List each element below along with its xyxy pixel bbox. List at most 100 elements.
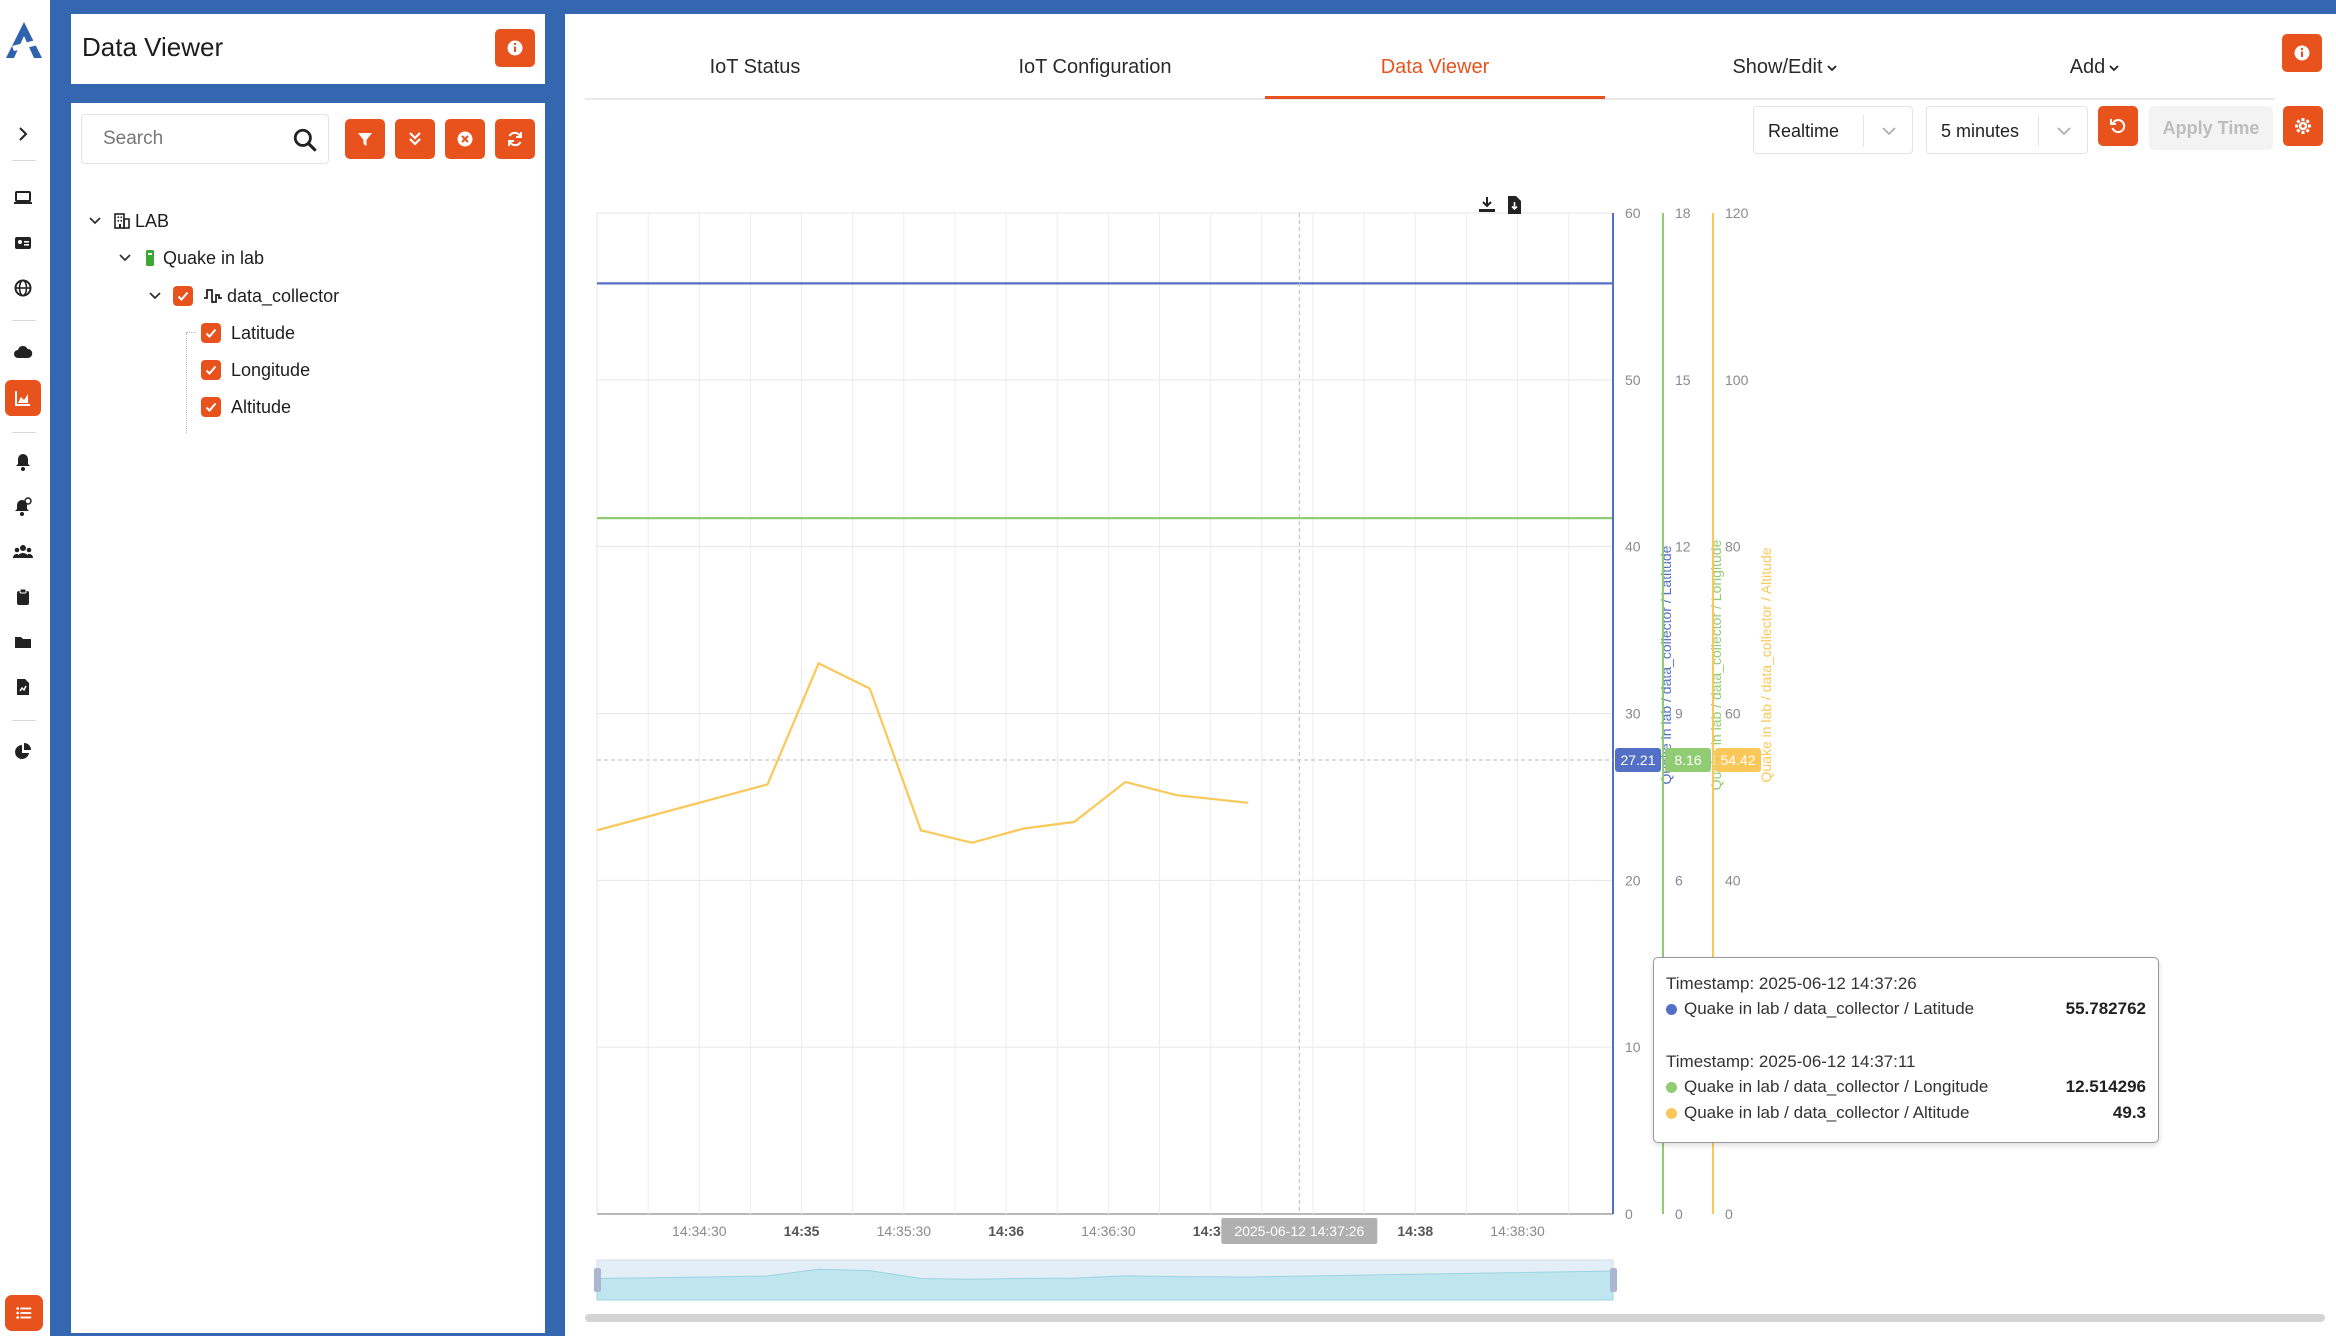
list-icon[interactable] <box>5 1295 43 1331</box>
channel-checkbox[interactable] <box>201 397 221 417</box>
filter-button[interactable] <box>345 119 385 159</box>
tab-iot-configuration[interactable]: IoT Configuration <box>985 56 1205 79</box>
id-card-icon[interactable] <box>8 228 38 258</box>
users-icon[interactable] <box>8 537 38 567</box>
axis-pointer-value: 8.16 <box>1674 752 1701 768</box>
chart-settings-button[interactable] <box>2283 106 2323 146</box>
info-icon <box>507 40 523 56</box>
x-tick-label: 14:38 <box>1397 1223 1433 1239</box>
select-divider <box>1863 115 1864 147</box>
expand-icon[interactable] <box>8 119 38 149</box>
axis-pointer-value: 54.42 <box>1720 752 1755 768</box>
y-axis-title: Quake in lab / data_collector / Altitude <box>1758 547 1774 782</box>
building-icon <box>114 213 130 229</box>
tooltip-series-value: 49.3 <box>2112 1103 2146 1122</box>
rail-divider <box>12 432 36 433</box>
x-tick-label: 14:35 <box>784 1223 820 1239</box>
y-tick-label: 60 <box>1625 205 1641 221</box>
tooltip-series-name: Quake in lab / data_collector / Altitude <box>1684 1103 1970 1122</box>
tree-guide <box>186 333 187 433</box>
tree-node-channel[interactable]: Latitude <box>201 318 295 348</box>
channel-checkbox[interactable] <box>201 360 221 380</box>
chart-area-icon[interactable] <box>5 380 41 416</box>
channel-checkbox[interactable] <box>201 323 221 343</box>
chevron-down-icon <box>2057 127 2071 136</box>
laptop-icon[interactable] <box>8 183 38 213</box>
tree-node-channel[interactable]: Longitude <box>201 355 310 385</box>
tree-label-channel: Latitude <box>231 322 296 343</box>
tooltip-series-name: Quake in lab / data_collector / Longitud… <box>1684 1077 1989 1096</box>
collapse-all-button[interactable] <box>395 119 435 159</box>
rail-divider <box>12 720 36 721</box>
panel-header: Data Viewer <box>71 14 545 84</box>
x-tick-label: 14:36 <box>988 1223 1024 1239</box>
cloud-icon[interactable] <box>8 338 38 368</box>
tree-node-lab[interactable]: LAB <box>87 206 169 236</box>
globe-icon[interactable] <box>8 273 38 303</box>
main-info-button[interactable] <box>2282 34 2322 72</box>
panel-title: Data Viewer <box>82 32 224 62</box>
chevron-down-icon[interactable] <box>147 288 163 304</box>
file-chart-icon[interactable] <box>8 672 38 702</box>
time-series-chart[interactable]: Quake in lab / data_collector / Latitude… <box>585 180 2325 1330</box>
x-tick-label: 14:35:30 <box>877 1223 932 1239</box>
apply-time-button[interactable]: Apply Time <box>2149 106 2273 150</box>
y-tick-label: 40 <box>1725 872 1741 888</box>
tab-show-edit[interactable]: Show/Edit <box>1695 56 1875 79</box>
mode-select[interactable]: Realtime <box>1753 106 1913 154</box>
refresh-icon <box>508 131 522 147</box>
tooltip-timestamp: Timestamp: 2025-06-12 14:37:11 <box>1666 1052 1916 1071</box>
y-tick-label: 10 <box>1625 1039 1641 1055</box>
search-field[interactable] <box>81 114 329 164</box>
chevron-down-icon[interactable] <box>87 213 103 229</box>
tab-show-edit-label: Show/Edit <box>1732 56 1823 78</box>
tree-guide <box>186 332 196 333</box>
range-select[interactable]: 5 minutes <box>1926 106 2088 154</box>
tree-node-device[interactable]: Quake in lab <box>117 243 264 273</box>
chart-container[interactable]: Quake in lab / data_collector / Latitude… <box>585 180 2325 1330</box>
horizontal-scrollbar <box>585 1314 2325 1322</box>
y-tick-label: 9 <box>1675 706 1683 722</box>
series-dot <box>1666 1081 1677 1093</box>
refresh-button[interactable] <box>495 119 535 159</box>
collector-checkbox[interactable] <box>173 286 193 306</box>
series-dot <box>1666 1107 1677 1119</box>
tooltip-series-value: 55.782762 <box>2065 999 2146 1018</box>
download-image-icon[interactable] <box>1478 196 1496 214</box>
tree-panel: LAB Quake in lab data_collector Latitude… <box>71 103 545 1333</box>
search-icon[interactable] <box>292 127 318 153</box>
pie-chart-icon[interactable] <box>8 737 38 767</box>
chart-tooltip: Timestamp: 2025-06-12 14:37:26 Quake in … <box>1653 957 2159 1143</box>
app-logo-icon[interactable] <box>2 18 46 62</box>
tree-node-collector[interactable]: data_collector <box>147 281 339 311</box>
chevron-down-icon[interactable] <box>117 250 133 266</box>
data-zoom-handle-left <box>594 1268 601 1292</box>
chevron-down-icon <box>2109 65 2119 71</box>
tooltip-timestamp: Timestamp: 2025-06-12 14:37:26 <box>1666 974 1917 993</box>
tree-label-channel: Altitude <box>231 396 292 417</box>
clipboard-icon[interactable] <box>8 582 38 612</box>
tab-add[interactable]: Add <box>2035 56 2155 79</box>
folder-icon[interactable] <box>8 627 38 657</box>
tab-iot-status[interactable]: IoT Status <box>665 56 845 79</box>
tree-node-channel[interactable]: Altitude <box>201 392 291 422</box>
tooltip-row: Quake in lab / data_collector / Longitud… <box>1666 1076 2146 1098</box>
reset-time-button[interactable] <box>2098 106 2138 146</box>
filter-icon <box>358 133 372 146</box>
bell-plus-icon[interactable] <box>8 492 38 522</box>
collapse-all-icon <box>409 132 421 146</box>
active-tab-indicator <box>1265 96 1605 99</box>
search-input[interactable] <box>83 116 283 162</box>
y-tick-label: 0 <box>1625 1206 1633 1222</box>
series-dot <box>1666 1003 1677 1015</box>
panel-info-button[interactable] <box>495 29 535 67</box>
tree-label-lab: LAB <box>135 210 170 231</box>
tab-data-viewer[interactable]: Data Viewer <box>1265 56 1605 79</box>
tab-bar: IoT Status IoT Configuration Data Viewer… <box>585 34 2275 100</box>
clear-button[interactable] <box>445 119 485 159</box>
x-tick-label: 14:36:30 <box>1081 1223 1136 1239</box>
bell-icon[interactable] <box>8 447 38 477</box>
y-tick-label: 60 <box>1725 706 1741 722</box>
tooltip-row: Quake in lab / data_collector / Latitude… <box>1666 998 2146 1020</box>
axis-pointer-value: 27.21 <box>1620 752 1655 768</box>
